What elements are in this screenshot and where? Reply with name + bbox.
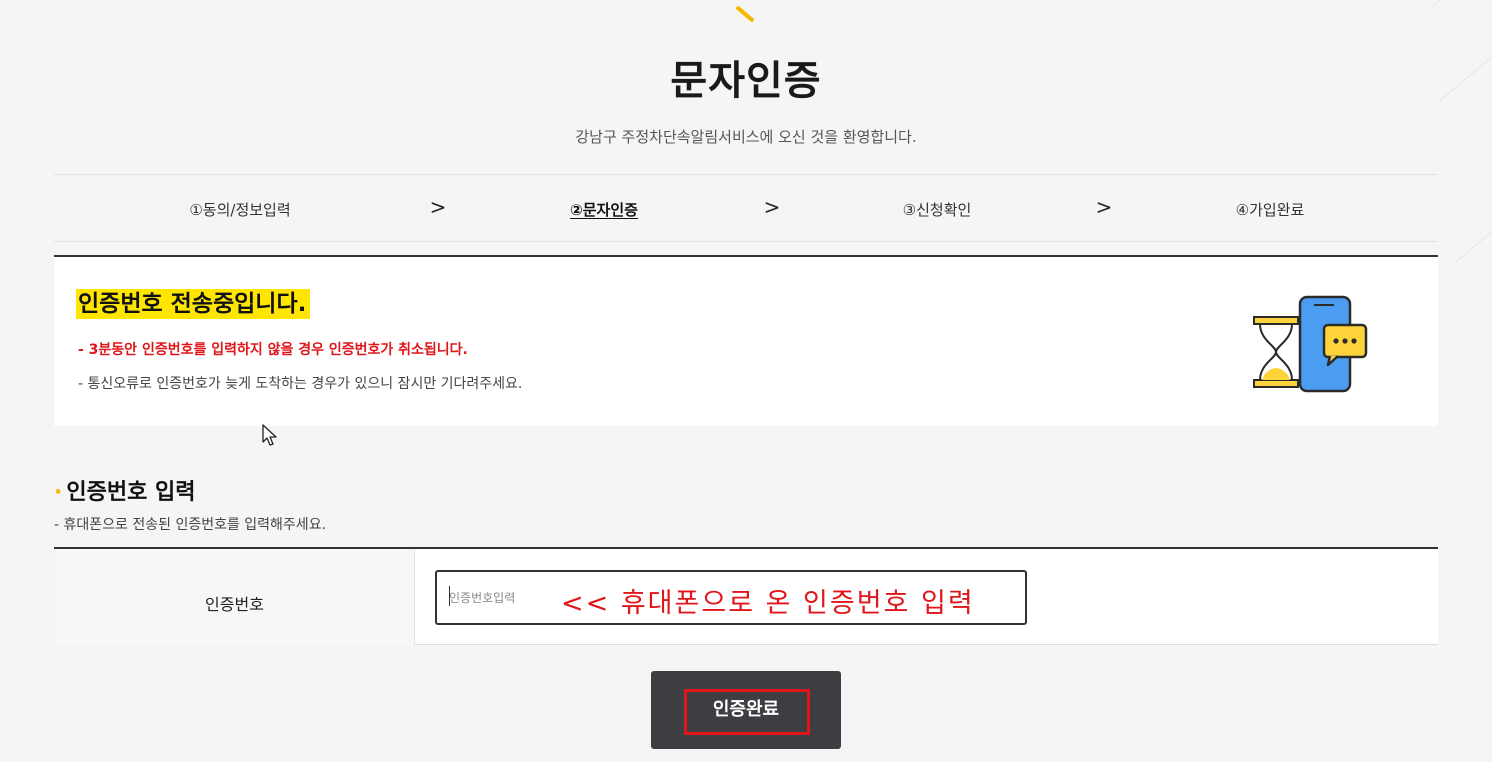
background-deco-line bbox=[1454, 229, 1492, 263]
page-title: 문자인증 bbox=[670, 58, 822, 104]
mouse-pointer-icon bbox=[262, 424, 278, 452]
step-chevron-icon: > bbox=[763, 195, 781, 219]
background-deco-line bbox=[1429, 0, 1461, 9]
verify-complete-label: 인증완료 bbox=[712, 699, 780, 719]
notice-timeout-warning: - 3분동안 인증번호를 입력하지 않을 경우 인증번호가 취소됩니다. bbox=[78, 342, 468, 358]
title-accent-mark bbox=[735, 5, 755, 23]
verify-complete-button[interactable]: 인증완료 bbox=[651, 671, 841, 749]
section-description: - 휴대폰으로 전송된 인증번호를 입력해주세요. bbox=[54, 517, 327, 533]
step-chevron-icon: > bbox=[429, 195, 447, 219]
section-bullet-icon: · bbox=[54, 480, 63, 505]
section-title-text: 인증번호 입력 bbox=[66, 480, 196, 505]
notice-title: 인증번호 전송중입니다. bbox=[76, 289, 311, 319]
verification-code-input[interactable] bbox=[449, 586, 559, 610]
hourglass-phone-chat-icon bbox=[1250, 295, 1370, 399]
text-caret bbox=[449, 586, 450, 606]
step-consent-info: ①동의/정보입력 bbox=[189, 201, 291, 219]
notice-delay-info: - 통신오류로 인증번호가 늦게 도착하는 경우가 있으니 잠시만 기다려주세요… bbox=[78, 376, 523, 392]
page-subtitle: 강남구 주정차단속알림서비스에 오신 것을 환영합니다. bbox=[575, 128, 917, 146]
step-chevron-icon: > bbox=[1095, 195, 1113, 219]
step-sms-verification: ②문자인증 bbox=[570, 201, 638, 219]
input-guide-annotation: << 휴대폰으로 온 인증번호 입력 bbox=[561, 588, 975, 619]
section-title: · 인증번호 입력 bbox=[54, 474, 195, 506]
verification-code-field[interactable]: << 휴대폰으로 온 인증번호 입력 bbox=[435, 570, 1027, 625]
signup-step-indicator: ①동의/정보입력 > ②문자인증 > ③신청확인 > ④가입완료 bbox=[54, 174, 1438, 242]
form-label-cell: 인증번호 bbox=[54, 549, 415, 645]
step-complete: ④가입완료 bbox=[1235, 201, 1305, 219]
step-confirm: ③신청확인 bbox=[902, 201, 972, 219]
sending-notice-box: 인증번호 전송중입니다. - 3분동안 인증번호를 입력하지 않을 경우 인증번… bbox=[54, 255, 1438, 426]
verification-code-label: 인증번호 bbox=[205, 595, 264, 614]
